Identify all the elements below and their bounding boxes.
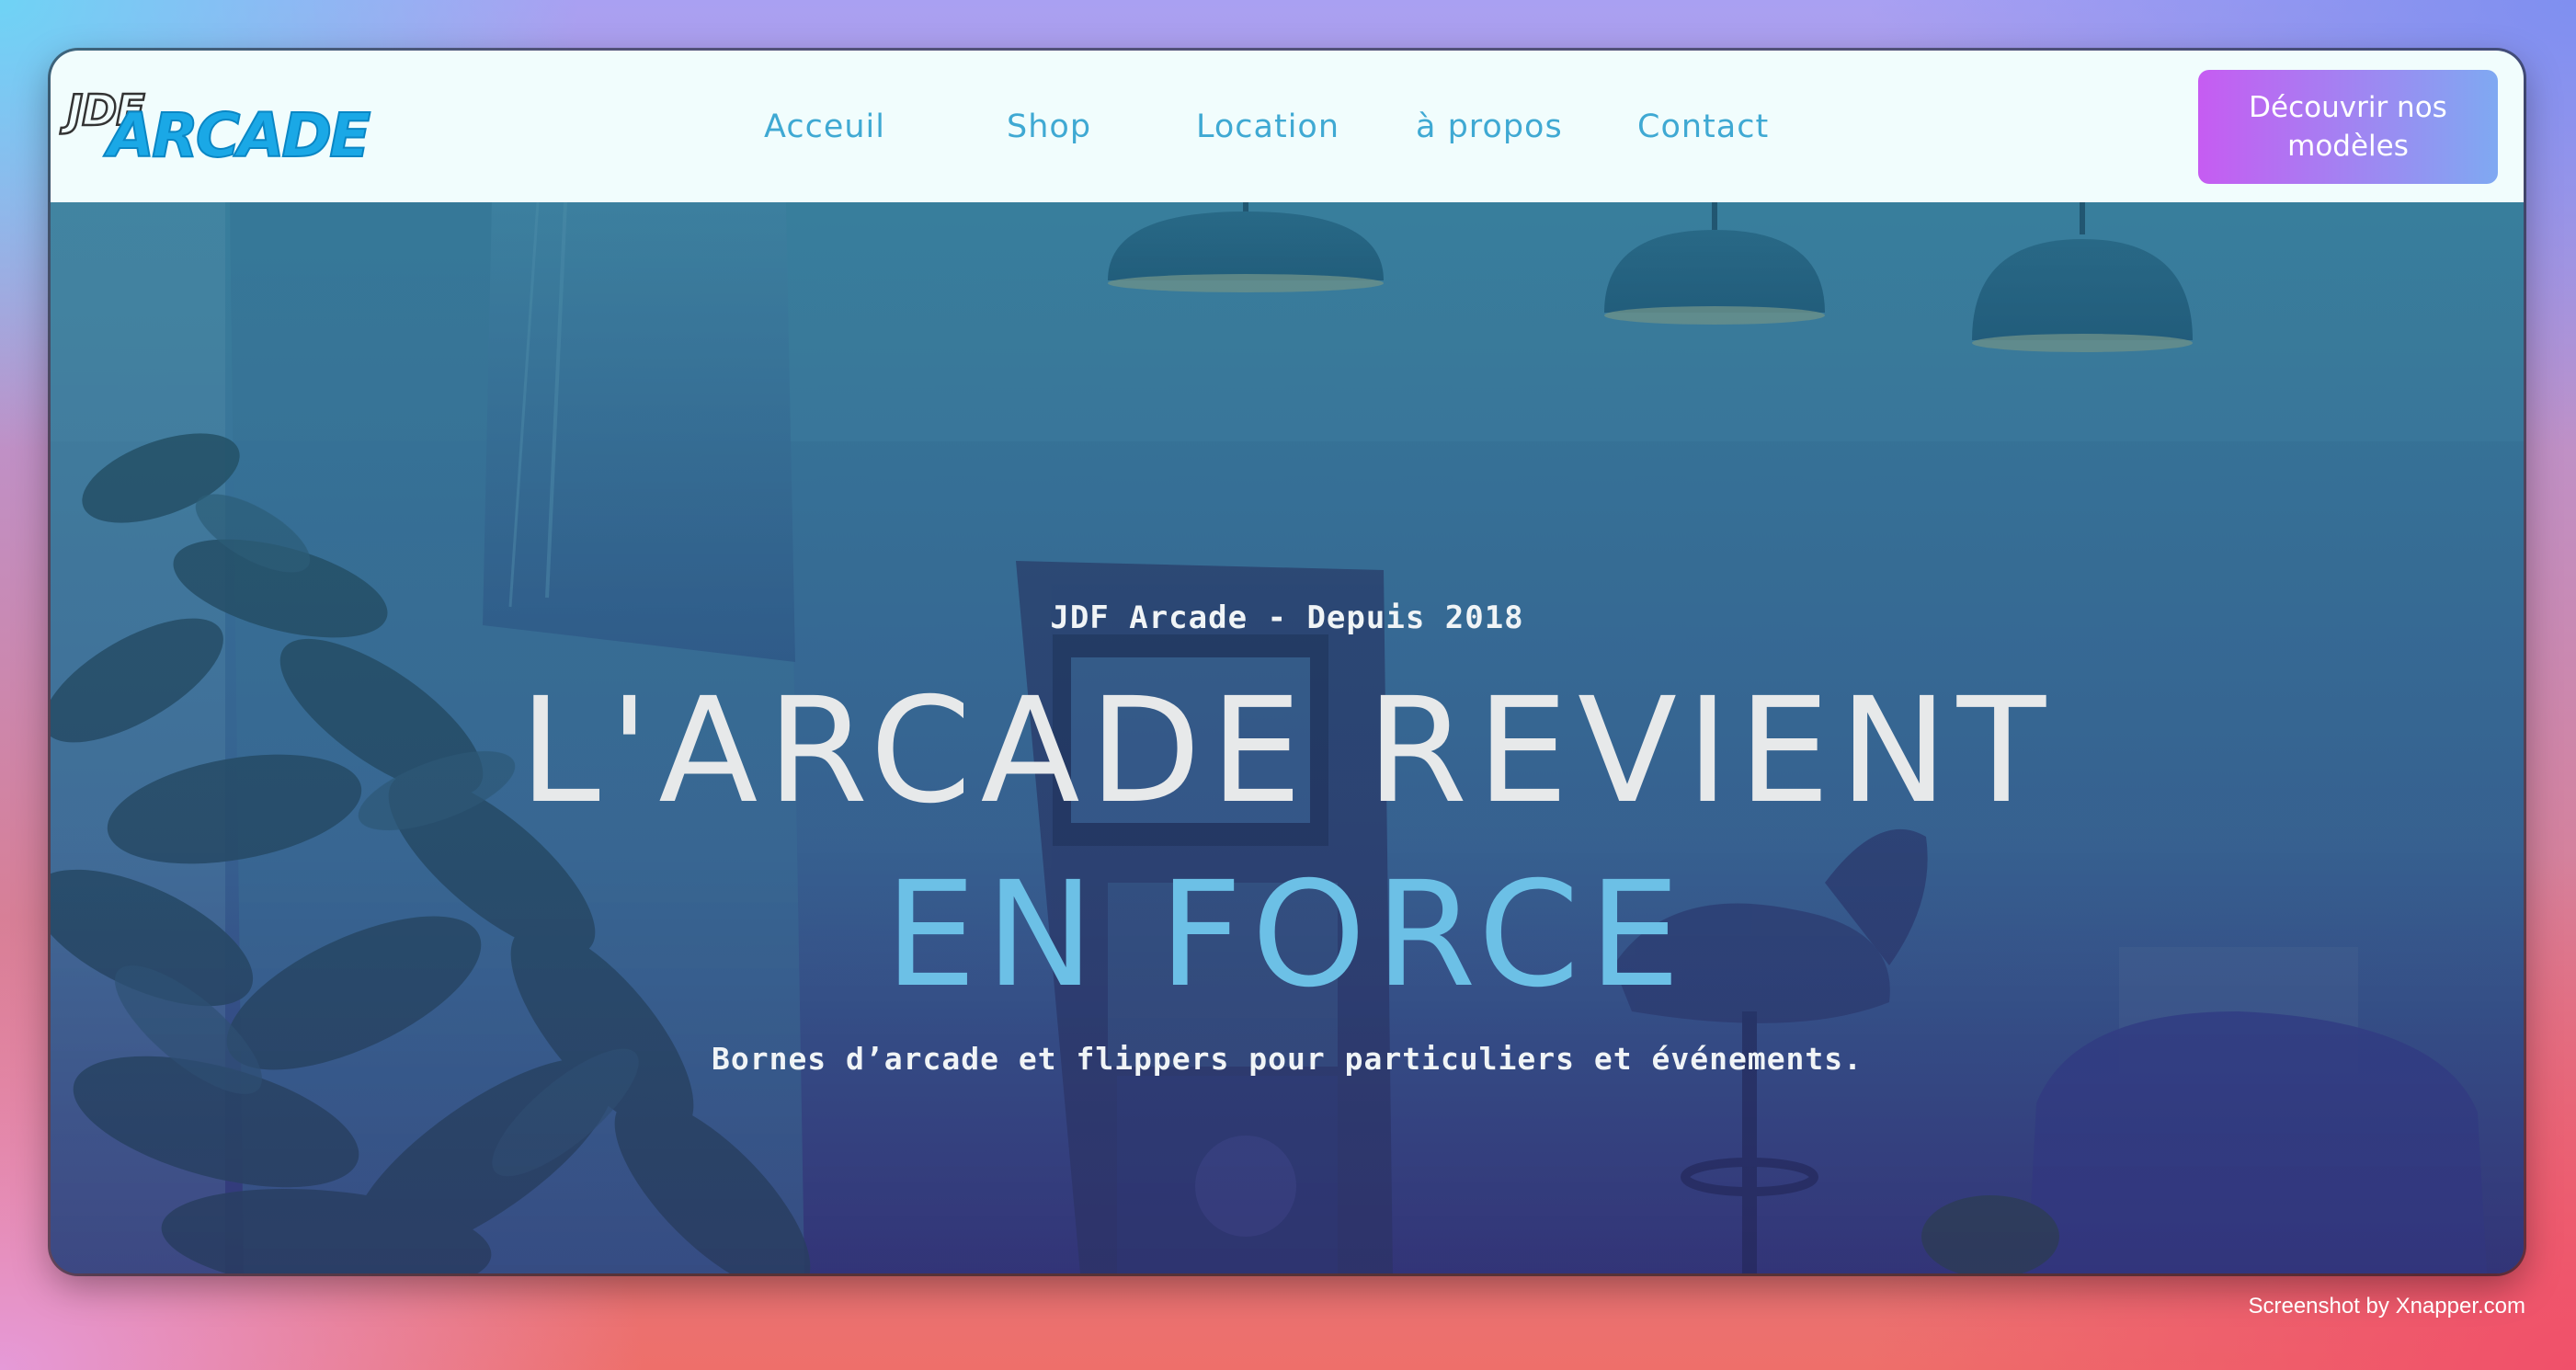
site-header: JDF ARCADE Acceuil Shop Location à propo… (51, 51, 2524, 202)
hero-title-line-2: EN FORCE (884, 851, 1690, 1020)
browser-window: JDF ARCADE Acceuil Shop Location à propo… (51, 51, 2524, 1273)
hero-subtitle: Bornes d’arcade et flippers pour particu… (711, 1041, 1864, 1077)
hero-section: JDF Arcade - Depuis 2018 L'ARCADE REVIEN… (51, 202, 2524, 1273)
nav-link-location[interactable]: Location (1196, 108, 1339, 145)
discover-models-button[interactable]: Découvrir nos modèles (2198, 70, 2498, 184)
nav-link-contact[interactable]: Contact (1637, 108, 1769, 145)
hero-eyebrow: JDF Arcade - Depuis 2018 (1050, 599, 1524, 636)
nav-link-acceuil[interactable]: Acceuil (764, 108, 885, 145)
nav-link-shop[interactable]: Shop (1007, 108, 1091, 145)
hero-title-line-1: L'ARCADE REVIENT (519, 667, 2056, 836)
nav-link-a-propos[interactable]: à propos (1416, 108, 1563, 145)
screenshot-credit: Screenshot by Xnapper.com (2248, 1294, 2525, 1319)
main-nav: Acceuil Shop Location à propos Contact (51, 51, 2524, 202)
